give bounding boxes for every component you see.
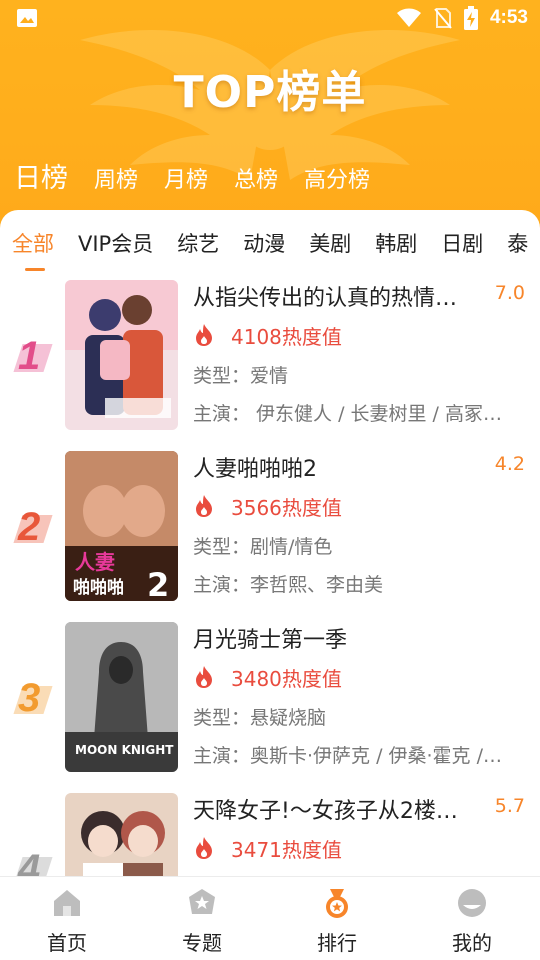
category-tab-korean-drama[interactable]: 韩剧 [375, 228, 417, 258]
heat-value: 3471热度值 [231, 837, 342, 862]
item-title: 人妻啪啪啪2 [193, 457, 317, 482]
rank-number: 3 [18, 676, 41, 720]
heat-value: 4108热度值 [231, 324, 342, 349]
fire-icon [196, 666, 212, 688]
nav-topics[interactable]: 专题 [157, 887, 247, 956]
heat-value: 3480热度值 [231, 666, 342, 691]
heat-value: 3566热度值 [231, 495, 342, 520]
bottom-navigation: 首页 专题 排行 我的 [0, 876, 540, 960]
nav-topics-label: 专题 [182, 931, 222, 955]
nav-ranking[interactable]: 排行 [292, 887, 382, 956]
item-cast: 主演：奥斯卡·伊萨克 / 伊桑·霍克 /… [193, 745, 503, 767]
profile-icon [458, 889, 486, 917]
poster-image[interactable]: 人妻 啪啪啪 2 [65, 451, 178, 601]
item-score: 5.7 [494, 795, 525, 817]
list-item[interactable]: 3 MOON KNIGHT 月光骑士第一季 3480热度值 类型：悬疑烧脑 主演… [0, 622, 540, 793]
header-background [0, 0, 540, 240]
ranking-card: 全部 VIP会员 综艺 动漫 美剧 韩剧 日剧 泰 1 从指尖传出的认真的热情…… [0, 210, 540, 890]
fire-icon [196, 324, 212, 346]
list-item[interactable]: 2 人妻 啪啪啪 2 人妻啪啪啪2 4.2 3566热度值 类型：剧情/情色 主… [0, 451, 540, 622]
no-sim-icon [434, 8, 452, 29]
category-tabs: 全部 VIP会员 综艺 动漫 美剧 韩剧 日剧 泰 [12, 228, 540, 271]
status-bar: 4:53 [0, 0, 540, 36]
tab-monthly[interactable]: 月榜 [164, 162, 208, 194]
nav-profile[interactable]: 我的 [427, 887, 517, 956]
tab-weekly[interactable]: 周榜 [94, 162, 138, 194]
battery-charging-icon [463, 6, 478, 30]
image-icon [17, 9, 37, 27]
item-title: 天降女子!～女孩子从2楼…… [193, 799, 478, 824]
poster-image[interactable] [65, 280, 178, 430]
tab-daily[interactable]: 日榜 [14, 156, 68, 195]
svg-text:2: 2 [147, 566, 169, 601]
fire-icon [196, 495, 212, 517]
item-cast: 主演： 伊东健人 / 长妻树里 / 高冢… [193, 403, 503, 425]
item-cast: 主演：李哲熙、李由美 [193, 574, 384, 596]
status-time: 4:53 [489, 7, 528, 28]
nav-home-label: 首页 [47, 931, 87, 955]
item-title: 月光骑士第一季 [193, 628, 348, 653]
category-tab-anime[interactable]: 动漫 [243, 228, 285, 258]
svg-text:人妻: 人妻 [75, 550, 115, 574]
category-tab-japanese-drama[interactable]: 日剧 [441, 228, 483, 258]
tab-all-time[interactable]: 总榜 [234, 162, 278, 194]
svg-text:MOON KNIGHT: MOON KNIGHT [75, 743, 174, 757]
category-tab-all[interactable]: 全部 [12, 228, 54, 271]
list-item[interactable]: 1 从指尖传出的认真的热情… 7.0 4108热度值 类型：爱情 主演： 伊东健… [0, 280, 540, 451]
poster-image[interactable]: MOON KNIGHT [65, 622, 178, 772]
category-tab-vip[interactable]: VIP会员 [78, 228, 153, 258]
item-genre: 类型：剧情/情色 [193, 536, 333, 558]
fire-icon [196, 837, 212, 859]
rank-badge: 1 [13, 332, 54, 382]
medal-icon [326, 889, 348, 918]
item-title: 从指尖传出的认真的热情… [193, 286, 458, 311]
ranking-list: 1 从指尖传出的认真的热情… 7.0 4108热度值 类型：爱情 主演： 伊东健… [0, 280, 540, 890]
item-score: 4.2 [494, 453, 525, 475]
page-title: TOP榜单 [173, 67, 367, 118]
tab-high-score[interactable]: 高分榜 [304, 162, 370, 194]
item-genre: 类型：悬疑烧脑 [193, 707, 327, 729]
rank-badge: 3 [13, 674, 54, 724]
category-tab-us-drama[interactable]: 美剧 [309, 228, 351, 258]
topic-badge-icon [189, 889, 215, 914]
category-tab-variety[interactable]: 综艺 [177, 228, 219, 258]
rank-number: 2 [18, 505, 41, 549]
home-icon [54, 890, 80, 916]
item-score: 7.0 [494, 282, 525, 304]
item-genre: 类型：爱情 [193, 365, 289, 387]
nav-home[interactable]: 首页 [22, 887, 112, 956]
nav-profile-label: 我的 [452, 931, 492, 955]
rank-number: 1 [18, 334, 41, 378]
nav-ranking-label: 排行 [317, 931, 357, 955]
svg-text:啪啪啪: 啪啪啪 [73, 577, 124, 598]
period-tabs: 日榜 周榜 月榜 总榜 高分榜 [14, 156, 396, 195]
rank-badge: 2 [13, 503, 54, 553]
category-tab-thai[interactable]: 泰 [507, 228, 528, 258]
wifi-icon [396, 8, 421, 27]
